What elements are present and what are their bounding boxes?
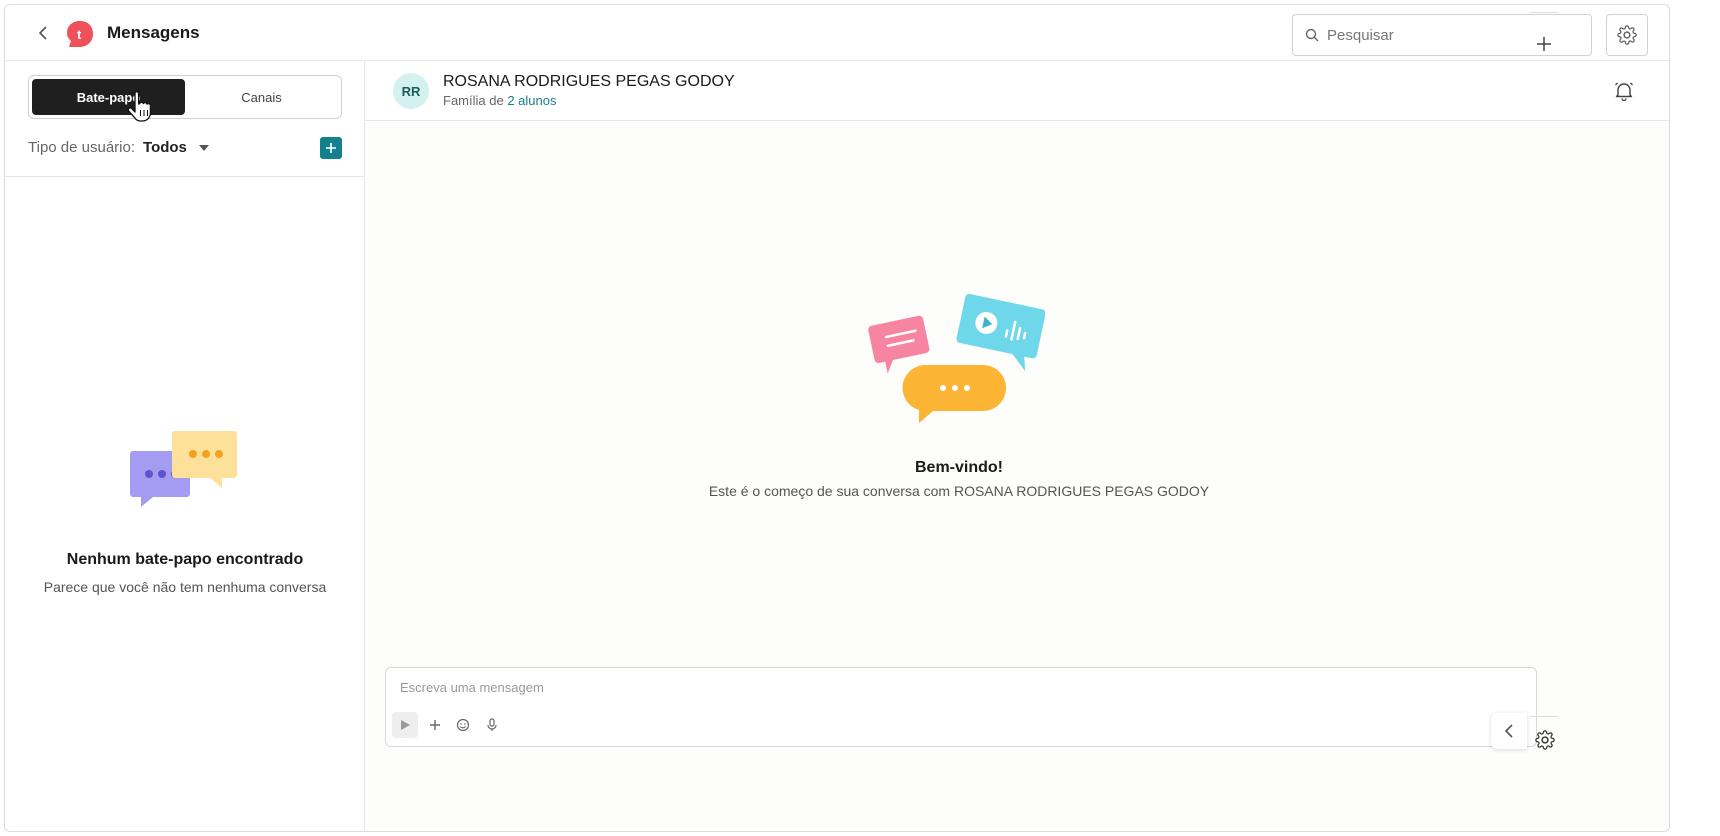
top-bar: t Mensagens: [5, 5, 1669, 61]
rail-divider: [1530, 12, 1558, 13]
page-title: Mensagens: [107, 23, 200, 42]
voice-button[interactable]: [479, 712, 505, 738]
empty-state-title: Nenhum bate-papo encontrado: [66, 551, 304, 568]
tab-canais[interactable]: Canais: [185, 79, 338, 115]
contact-name: ROSANA RODRIGUES PEGAS GODOY: [443, 73, 735, 90]
new-chat-button[interactable]: [320, 137, 342, 159]
avatar: RR: [393, 73, 429, 109]
conversation-header: RR ROSANA RODRIGUES PEGAS GODOY Família …: [365, 61, 1669, 121]
settings-button[interactable]: [1606, 14, 1648, 56]
emoji-icon: [456, 718, 470, 732]
message-input[interactable]: [400, 680, 1500, 702]
rail-settings-button[interactable]: [1534, 729, 1556, 751]
svg-text:t: t: [77, 27, 82, 42]
gear-icon: [1535, 730, 1555, 750]
chevron-left-icon: [38, 26, 47, 40]
rail-divider: [1530, 716, 1558, 717]
collapse-panel-button[interactable]: [1491, 713, 1527, 749]
plus-icon: [326, 143, 336, 153]
welcome-subtitle: Este é o começo de sua conversa com ROSA…: [708, 483, 1210, 499]
notifications-button[interactable]: [1612, 79, 1636, 103]
welcome-title: Bem-vindo!: [915, 459, 1003, 476]
chat-bubbles-illustration: [130, 431, 237, 507]
hand-cursor-icon: [127, 91, 152, 122]
send-button[interactable]: [392, 712, 418, 738]
welcome-illustration: [868, 293, 1045, 423]
search-icon: [1305, 28, 1319, 42]
students-link[interactable]: 2 alunos: [507, 93, 556, 108]
tab-bate-papo[interactable]: Bate-papo: [32, 79, 185, 115]
plus-icon: [430, 720, 440, 730]
gear-icon: [1617, 25, 1637, 45]
chevron-left-icon: [1504, 724, 1513, 738]
app-window: t Mensagens Bate-papo Canais Tipo de usu…: [4, 4, 1670, 832]
divider: [5, 176, 364, 177]
empty-state-subtitle: Parece que você não tem nenhuma conversa: [43, 579, 327, 595]
message-composer: [385, 667, 1537, 747]
search-input[interactable]: [1327, 26, 1567, 44]
bell-icon: [1615, 82, 1633, 101]
filter-value: Todos: [143, 139, 187, 156]
conversation-panel: RR ROSANA RODRIGUES PEGAS GODOY Família …: [365, 61, 1669, 831]
plus-icon: [1537, 37, 1551, 51]
back-button[interactable]: [35, 25, 51, 41]
caret-down-icon: [198, 144, 209, 151]
logo-icon: t: [67, 21, 93, 47]
rail-add-button[interactable]: [1534, 34, 1554, 54]
contact-subtitle: Família de 2 alunos: [443, 93, 556, 108]
attach-button[interactable]: [422, 712, 448, 738]
emoji-button[interactable]: [450, 712, 476, 738]
user-type-filter[interactable]: Tipo de usuário: Todos: [28, 139, 209, 156]
tab-switcher: Bate-papo Canais: [28, 75, 342, 119]
contact-subtitle-prefix: Família de: [443, 93, 504, 108]
send-icon: [401, 720, 410, 730]
filter-label: Tipo de usuário:: [28, 139, 136, 156]
chat-list-panel: Bate-papo Canais Tipo de usuário: Todos …: [5, 61, 365, 831]
mic-icon: [487, 718, 497, 731]
